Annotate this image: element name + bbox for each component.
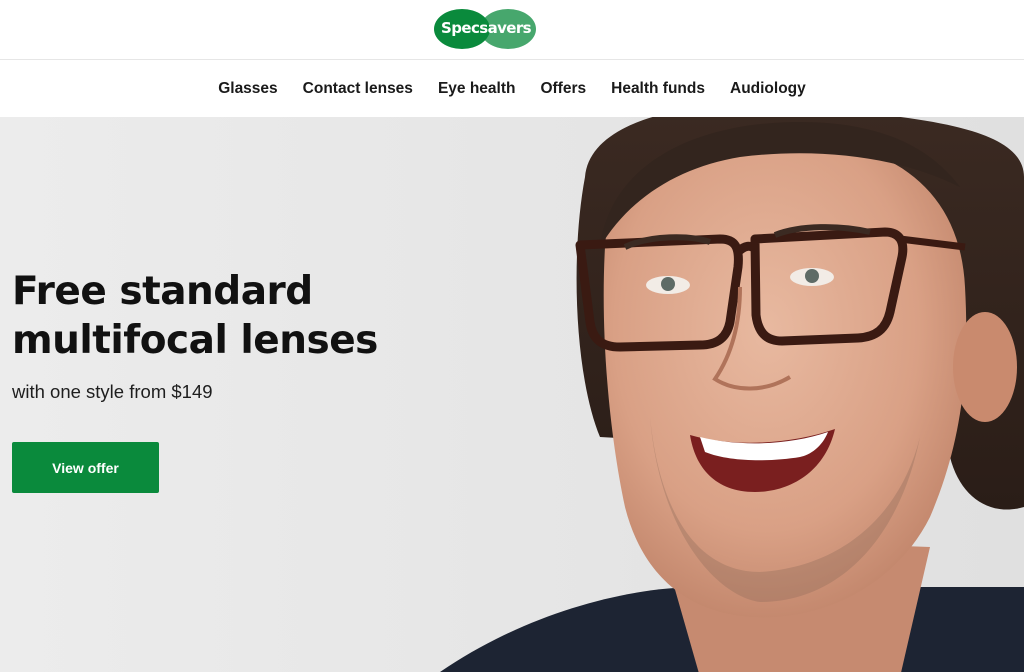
nav-item-audiology[interactable]: Audiology [730, 80, 806, 98]
hero-subline: with one style from $149 [12, 381, 213, 402]
hero-banner: Free standard multifocal lenses with one… [0, 117, 1024, 672]
logo-text: Specsavers [441, 19, 532, 37]
nav-item-glasses[interactable]: Glasses [218, 80, 277, 98]
specsavers-logo[interactable]: Specsavers [434, 9, 538, 49]
hero-headline: Free standard multifocal lenses [12, 269, 378, 363]
main-nav: Glasses Contact lenses Eye health Offers… [0, 61, 1024, 117]
view-offer-button[interactable]: View offer [12, 442, 159, 493]
site-header: Specsavers [0, 0, 1024, 60]
nav-item-health-funds[interactable]: Health funds [611, 80, 705, 98]
nav-item-contact-lenses[interactable]: Contact lenses [303, 80, 413, 98]
nav-item-eye-health[interactable]: Eye health [438, 80, 516, 98]
nav-item-offers[interactable]: Offers [540, 80, 586, 98]
